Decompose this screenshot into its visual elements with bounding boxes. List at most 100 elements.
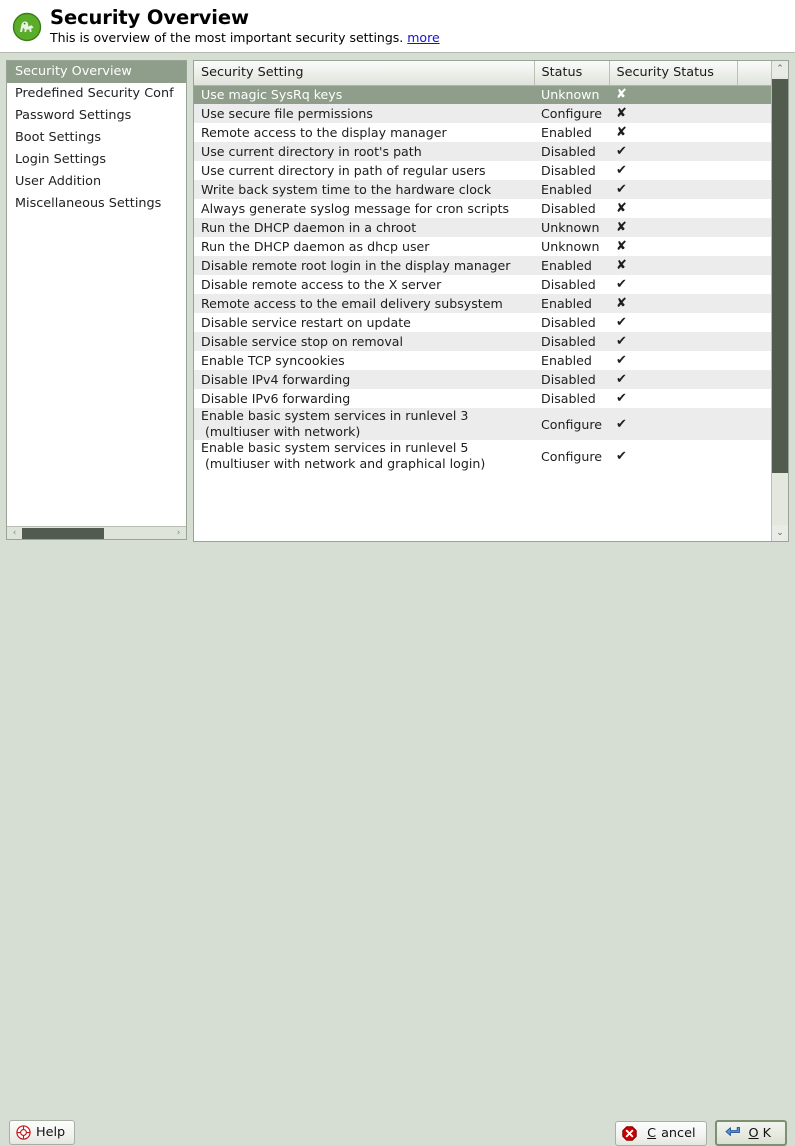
table-row[interactable]: Write back system time to the hardware c… [194,180,772,199]
status-bad-icon: ✘ [609,256,737,275]
column-header-status[interactable]: Status [533,61,609,86]
page-header: Security Overview This is overview of th… [0,0,795,53]
status-ok-icon: ✔ [609,440,737,472]
cell-security-setting: Disable remote access to the X server [194,275,534,294]
cell-status: Enabled [534,351,609,370]
cell-security-setting: Enable TCP syncookies [194,351,534,370]
scroll-right-icon[interactable]: › [171,527,186,539]
column-header-security-status[interactable]: Security Status [608,61,737,86]
table-row[interactable]: Disable remote access to the X server Dis… [194,275,772,294]
help-label: Help [36,1125,66,1140]
sidebar-item-password-settings[interactable]: Password Settings [7,105,186,127]
page-subtitle: This is overview of the most important s… [50,30,440,46]
table-row[interactable]: Disable service restart on update Disable… [194,313,772,332]
table-row[interactable]: Use magic SysRq keys Unknown ✘ [194,85,772,104]
sidebar-hscroll-thumb[interactable] [22,528,104,539]
table-row[interactable]: Disable IPv6 forwarding Disabled ✔ [194,389,772,408]
status-ok-icon: ✔ [609,142,737,161]
table-row[interactable]: Remote access to the display manager Enab… [194,123,772,142]
cell-blank [737,218,772,237]
sidebar-item-login-settings[interactable]: Login Settings [7,149,186,171]
sidebar-item-boot-settings[interactable]: Boot Settings [7,127,186,149]
cell-security-setting: Write back system time to the hardware c… [194,180,534,199]
table-row[interactable]: Disable service stop on removal Disabled ✔ [194,332,772,351]
sidebar-item-security-overview[interactable]: Security Overview [7,61,186,83]
status-bad-icon: ✘ [609,104,737,123]
status-bad-icon: ✘ [609,294,737,313]
cell-blank [737,104,772,123]
cell-status: Disabled [534,199,609,218]
cell-blank [737,142,772,161]
yast-security-icon [9,6,45,44]
security-settings-table: Security Setting Status Security Status Us… [193,60,789,542]
ok-label-post: K [762,1125,771,1141]
status-ok-icon: ✔ [609,370,737,389]
cell-blank [737,161,772,180]
table-row[interactable]: Use current directory in path of regular… [194,161,772,180]
cell-status: Disabled [534,161,609,180]
cell-status: Disabled [534,275,609,294]
table-row[interactable]: Use secure file permissions Configure ✘ [194,104,772,123]
status-bad-icon: ✘ [609,199,737,218]
table-row[interactable]: Run the DHCP daemon as dhcp user Unknown ✘ [194,237,772,256]
table-row[interactable]: Run the DHCP daemon in a chroot Unknown ✘ [194,218,772,237]
lifebuoy-icon [16,1125,31,1140]
table-vertical-scrollbar[interactable]: ⌃ ⌄ [771,61,788,541]
cancel-label-post: ancel [661,1125,696,1141]
vscroll-thumb[interactable] [772,79,788,474]
content-area: Security Overview Predefined Security Con… [0,54,795,583]
scroll-up-icon[interactable]: ⌃ [772,61,788,77]
table-row[interactable]: Remote access to the email delivery subs… [194,294,772,313]
setting-line-1: Enable basic system services in runlevel… [201,408,469,423]
table-row[interactable]: Enable basic system services in runlevel… [194,440,772,472]
cell-security-setting: Use magic SysRq keys [194,85,534,104]
cell-status: Disabled [534,142,609,161]
table-row[interactable]: Always generate syslog message for cron … [194,199,772,218]
cell-blank [737,332,772,351]
sidebar-item-predefined-security-conf[interactable]: Predefined Security Conf [7,83,186,105]
sidebar-horizontal-scrollbar[interactable]: ‹ › [7,526,186,539]
vscroll-track[interactable] [772,77,788,525]
sidebar-hscroll-track[interactable] [22,527,171,539]
sidebar-item-user-addition[interactable]: User Addition [7,171,186,193]
table-row[interactable]: Enable TCP syncookies Enabled ✔ [194,351,772,370]
status-ok-icon: ✔ [609,275,737,294]
dialog-buttons: Cancel OK [615,1120,787,1146]
cell-security-setting: Use current directory in path of regular… [194,161,534,180]
scroll-down-icon[interactable]: ⌄ [772,525,788,541]
cell-security-setting: Enable basic system services in runlevel… [194,440,534,472]
cell-blank [737,294,772,313]
cell-blank [737,370,772,389]
cell-blank [737,351,772,370]
column-header-security-setting[interactable]: Security Setting [194,61,534,86]
cancel-x-icon [622,1125,637,1141]
cell-blank [737,275,772,294]
table-row[interactable]: Disable remote root login in the display… [194,256,772,275]
cell-security-setting: Run the DHCP daemon in a chroot [194,218,534,237]
cell-security-setting: Use current directory in root's path [194,142,534,161]
sidebar-item-miscellaneous-settings[interactable]: Miscellaneous Settings [7,193,186,215]
sidebar: Security Overview Predefined Security Con… [6,60,187,540]
sidebar-list[interactable]: Security Overview Predefined Security Con… [7,61,186,527]
cell-security-setting: Enable basic system services in runlevel… [194,408,534,440]
cell-blank [737,199,772,218]
scroll-left-icon[interactable]: ‹ [7,527,22,539]
cell-security-setting: Remote access to the display manager [194,123,534,142]
cancel-accel: C [647,1125,657,1141]
footer-bar: Help Cancel OK [0,550,795,1146]
table-header-row[interactable]: Security Setting Status Security Status [194,61,772,86]
cell-status: Unknown [534,85,609,104]
cell-status: Disabled [534,389,609,408]
column-header-blank[interactable] [736,61,772,86]
table-row[interactable]: Disable IPv4 forwarding Disabled ✔ [194,370,772,389]
table-row[interactable]: Enable basic system services in runlevel… [194,408,772,440]
status-bad-icon: ✘ [609,85,737,104]
table-body[interactable]: Use magic SysRq keys Unknown ✘ Use secure f… [194,85,772,472]
ok-button[interactable]: OK [714,1120,787,1146]
cell-security-setting: Disable remote root login in the display… [194,256,534,275]
more-link[interactable]: more [407,30,439,45]
table-row[interactable]: Use current directory in root's path Disa… [194,142,772,161]
cell-blank [737,408,772,440]
cancel-button[interactable]: Cancel [615,1120,707,1146]
help-button[interactable]: Help [9,1120,76,1145]
